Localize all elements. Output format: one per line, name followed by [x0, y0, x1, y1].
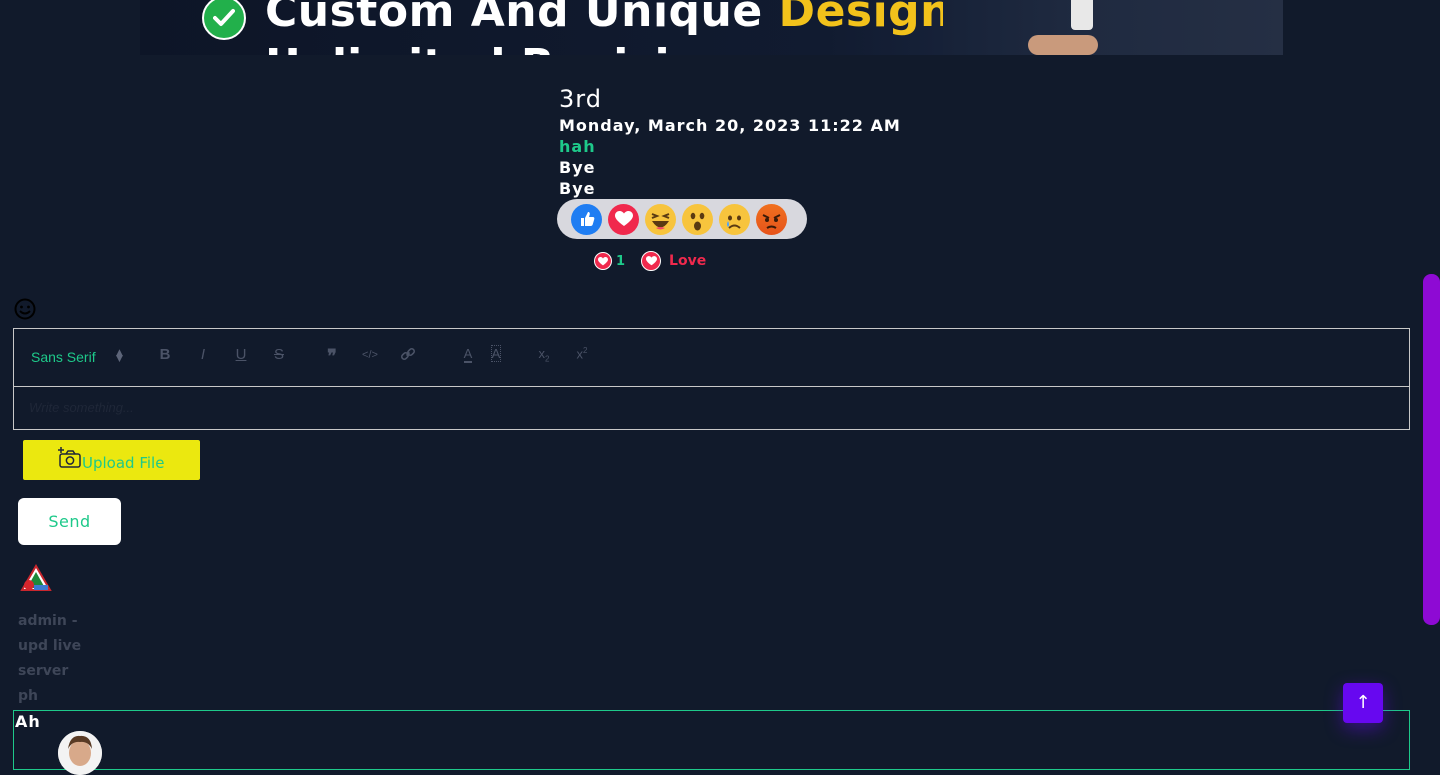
font-family-select[interactable]: Sans Serif [31, 349, 96, 365]
comment-author: admin - upd live server ph [18, 613, 82, 704]
promo-banner: Custom And Unique Design. Unlimited Revi… [140, 0, 1283, 55]
link-icon[interactable] [397, 346, 419, 366]
comment-box: Ah [13, 710, 1410, 775]
post-title: 3rd [559, 85, 602, 113]
send-button[interactable]: Send [18, 498, 121, 545]
post-line: hah [559, 137, 596, 156]
upload-file-label: Upload File [82, 454, 165, 472]
post-line: Bye [559, 158, 596, 177]
blockquote-icon[interactable]: ❞ [321, 346, 343, 367]
strike-icon[interactable]: S [268, 346, 290, 363]
bold-icon[interactable]: B [154, 346, 176, 363]
post-date: Monday, March 20, 2023 11:22 AM [559, 116, 901, 135]
reaction-summary[interactable]: 1 Love [594, 251, 706, 271]
subscript-icon[interactable]: x2 [533, 346, 555, 364]
emoji-picker-icon[interactable] [14, 298, 36, 324]
banner-photo [943, 0, 1283, 55]
select-arrows-icon: ▲ ▼ [116, 348, 123, 364]
comment-text: Ah [15, 712, 41, 731]
banner-headline: Custom And Unique Design. [265, 0, 970, 37]
banner-subline: Unlimited Revisions [265, 40, 757, 55]
editor-toolbar: Sans Serif ▲ ▼ B I U S ❞ </> A A x2 x2 [14, 329, 1409, 387]
love-icon [594, 252, 612, 270]
reaction-picker [557, 199, 807, 239]
underline-icon[interactable]: U [230, 346, 252, 363]
superscript-icon[interactable]: x2 [571, 346, 593, 361]
author-avatar [20, 563, 52, 595]
back-to-top-button[interactable]: ↑ [1343, 683, 1383, 723]
sad-icon[interactable] [719, 203, 750, 235]
text-color-icon[interactable]: A [457, 346, 479, 363]
italic-icon[interactable]: I [192, 346, 214, 363]
haha-icon[interactable] [645, 203, 676, 235]
reaction-count: 1 [616, 253, 626, 269]
wow-icon[interactable] [682, 203, 713, 235]
commenter-avatar [58, 731, 102, 775]
arrow-up-icon: ↑ [1355, 692, 1371, 713]
love-icon [641, 251, 662, 271]
rich-text-editor: Sans Serif ▲ ▼ B I U S ❞ </> A A x2 x2 Wr… [13, 328, 1410, 430]
post-line: Bye [559, 179, 596, 198]
check-icon [202, 0, 246, 40]
background-color-icon[interactable]: A [485, 345, 507, 362]
code-icon[interactable]: </> [359, 349, 381, 361]
scrollbar-thumb[interactable] [1423, 274, 1440, 625]
current-reaction-label[interactable]: Love [669, 253, 706, 269]
love-icon[interactable] [608, 203, 639, 235]
post: 3rd Monday, March 20, 2023 11:22 AM hah … [559, 84, 901, 199]
add-photo-icon [57, 446, 81, 472]
like-icon[interactable] [571, 203, 602, 235]
upload-file-button[interactable]: Upload File [23, 440, 200, 480]
editor-input[interactable]: Write something... [29, 400, 134, 415]
angry-icon[interactable] [756, 203, 787, 235]
